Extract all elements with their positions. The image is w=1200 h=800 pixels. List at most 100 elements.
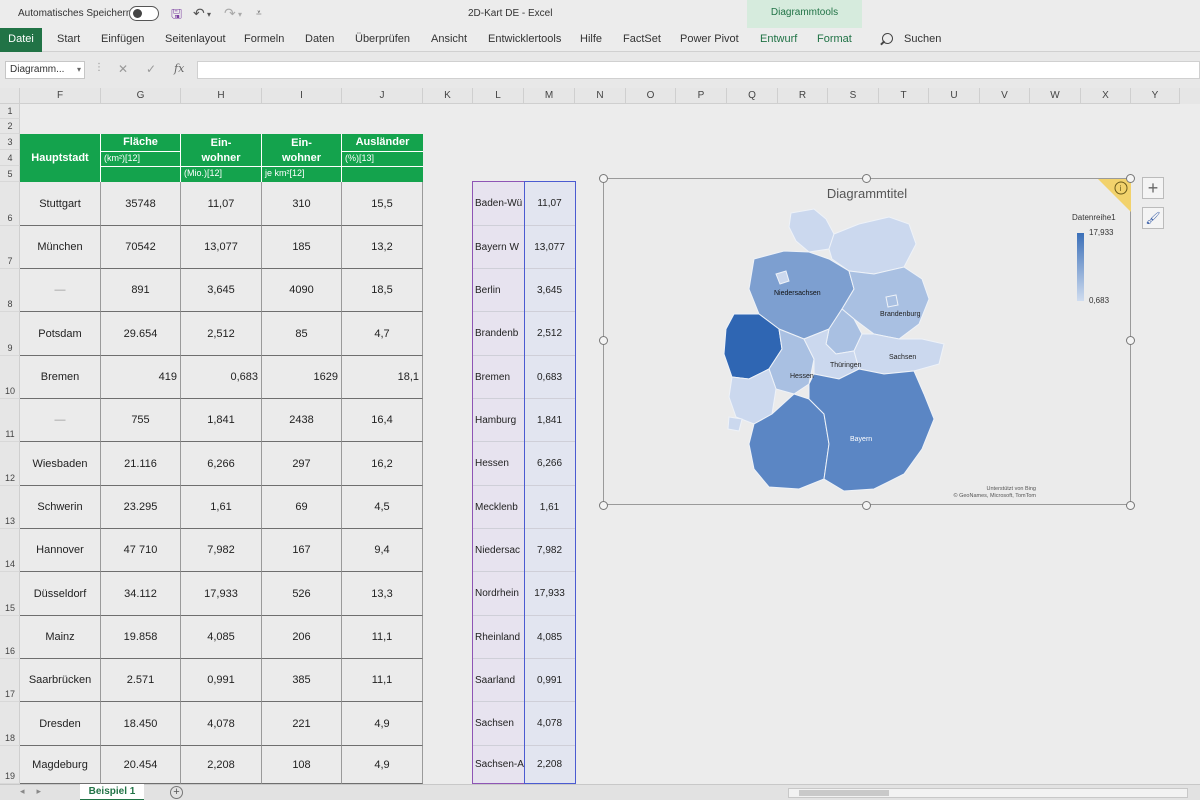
row-header-15[interactable]: 15: [0, 572, 20, 616]
column-header-g[interactable]: G: [101, 88, 181, 104]
tab-entwurf[interactable]: Entwurf: [760, 28, 797, 52]
cell-state-value[interactable]: 3,645: [524, 269, 575, 312]
cell-state-name[interactable]: Berlin: [473, 269, 524, 312]
cell-dichte[interactable]: 108: [262, 746, 342, 784]
cell-state-value[interactable]: 13,077: [524, 226, 575, 269]
cell-flaeche[interactable]: 19.858: [101, 616, 181, 659]
save-icon[interactable]: 🖫: [171, 5, 182, 27]
cell-auslaender[interactable]: 16,2: [342, 442, 423, 486]
header-auslaender-blank[interactable]: [342, 166, 423, 182]
header-flaeche-blank[interactable]: [101, 166, 181, 182]
sheet-nav-arrows[interactable]: ◂▸: [20, 786, 53, 797]
cell-auslaender[interactable]: 18,1: [342, 356, 423, 399]
column-header-t[interactable]: T: [879, 88, 929, 104]
cell-dichte[interactable]: 1629: [262, 356, 342, 399]
cell-state-name[interactable]: Rheinland: [473, 616, 524, 659]
cell-einwohner[interactable]: 1,841: [181, 399, 262, 442]
cell-auslaender[interactable]: 9,4: [342, 529, 423, 572]
cell-hauptstadt[interactable]: —: [20, 399, 101, 442]
name-box[interactable]: Diagramm... ▾: [5, 61, 85, 79]
cell-dichte[interactable]: 2438: [262, 399, 342, 442]
cell-state-value[interactable]: 0,683: [524, 356, 575, 399]
autosave-toggle[interactable]: [129, 6, 159, 21]
cell-einwohner[interactable]: 11,07: [181, 182, 262, 226]
cell-state-value[interactable]: 1,841: [524, 399, 575, 442]
row-header-19[interactable]: 19: [0, 746, 20, 784]
cell-flaeche[interactable]: 20.454: [101, 746, 181, 784]
cell-dichte[interactable]: 185: [262, 226, 342, 269]
row-header-3[interactable]: 3: [0, 134, 20, 150]
header-flaeche[interactable]: Fläche: [101, 134, 181, 151]
chart-resize-handle[interactable]: [862, 174, 871, 183]
row-header-13[interactable]: 13: [0, 486, 20, 529]
chart-resize-handle[interactable]: [1126, 501, 1135, 510]
cancel-icon[interactable]: ✕: [118, 62, 128, 76]
cell-dichte[interactable]: 167: [262, 529, 342, 572]
header-flaeche-unit[interactable]: (km²)[12]: [101, 151, 181, 166]
row-header-4[interactable]: 4: [0, 150, 20, 166]
cell-hauptstadt[interactable]: Dresden: [20, 702, 101, 746]
column-header-x[interactable]: X: [1081, 88, 1131, 104]
column-header-o[interactable]: O: [626, 88, 676, 104]
cell-einwohner[interactable]: 6,266: [181, 442, 262, 486]
cell-einwohner[interactable]: 17,933: [181, 572, 262, 616]
cell-state-name[interactable]: Niedersac: [473, 529, 524, 572]
column-header-r[interactable]: R: [778, 88, 828, 104]
add-sheet-icon[interactable]: +: [170, 786, 183, 799]
chart-styles-button[interactable]: 🖌: [1142, 207, 1164, 229]
formula-input[interactable]: [197, 61, 1200, 79]
column-header-m[interactable]: M: [524, 88, 575, 104]
cell-hauptstadt[interactable]: Wiesbaden: [20, 442, 101, 486]
column-header-w[interactable]: W: [1030, 88, 1081, 104]
cell-state-value[interactable]: 2,512: [524, 312, 575, 356]
cell-dichte[interactable]: 385: [262, 659, 342, 702]
cell-state-value[interactable]: 6,266: [524, 442, 575, 486]
horizontal-scrollbar[interactable]: [788, 788, 1188, 798]
cell-state-name[interactable]: Hamburg: [473, 399, 524, 442]
more-options-icon[interactable]: ⋮: [94, 62, 104, 73]
tab-daten[interactable]: Daten: [305, 28, 334, 52]
cell-hauptstadt[interactable]: Schwerin: [20, 486, 101, 529]
redo-dropdown-icon[interactable]: ▾: [238, 10, 242, 19]
column-header-h[interactable]: H: [181, 88, 262, 104]
cell-state-value[interactable]: 17,933: [524, 572, 575, 616]
cell-dichte[interactable]: 526: [262, 572, 342, 616]
row-header-10[interactable]: 10: [0, 356, 20, 399]
cell-state-name[interactable]: Sachsen: [473, 702, 524, 746]
cell-state-value[interactable]: 7,982: [524, 529, 575, 572]
cell-state-value[interactable]: 4,085: [524, 616, 575, 659]
cell-auslaender[interactable]: 11,1: [342, 659, 423, 702]
cell-einwohner[interactable]: 3,645: [181, 269, 262, 312]
customize-qat-icon[interactable]: ⩡: [256, 8, 262, 19]
header-auslaender[interactable]: Ausländer: [342, 134, 423, 151]
cell-einwohner[interactable]: 2,208: [181, 746, 262, 784]
filled-map-chart[interactable]: Diagrammtitel Niedersachsen Brandenburg …: [603, 178, 1131, 505]
enter-icon[interactable]: ✓: [146, 62, 156, 76]
cell-hauptstadt[interactable]: Saarbrücken: [20, 659, 101, 702]
cell-auslaender[interactable]: 4,5: [342, 486, 423, 529]
chart-resize-handle[interactable]: [1126, 174, 1135, 183]
cell-state-name[interactable]: Saarland: [473, 659, 524, 702]
column-header-n[interactable]: N: [575, 88, 626, 104]
cell-state-name[interactable]: Baden-Wü: [473, 182, 524, 226]
header-einwohner-unit[interactable]: (Mio.)[12]: [181, 166, 262, 182]
cell-state-value[interactable]: 11,07: [524, 182, 575, 226]
column-header-v[interactable]: V: [980, 88, 1030, 104]
cell-einwohner[interactable]: 0,991: [181, 659, 262, 702]
row-header-12[interactable]: 12: [0, 442, 20, 486]
column-header-l[interactable]: L: [473, 88, 524, 104]
cell-auslaender[interactable]: 4,7: [342, 312, 423, 356]
row-header-14[interactable]: 14: [0, 529, 20, 572]
cell-hauptstadt[interactable]: Stuttgart: [20, 182, 101, 226]
chevron-down-icon[interactable]: ▾: [77, 62, 81, 78]
column-header-j[interactable]: J: [342, 88, 423, 104]
tab-hilfe[interactable]: Hilfe: [580, 28, 602, 52]
cell-auslaender[interactable]: 15,5: [342, 182, 423, 226]
cell-hauptstadt[interactable]: Hannover: [20, 529, 101, 572]
cell-state-name[interactable]: Sachsen-A: [473, 746, 524, 784]
cell-auslaender[interactable]: 16,4: [342, 399, 423, 442]
cell-flaeche[interactable]: 47 710: [101, 529, 181, 572]
column-header-s[interactable]: S: [828, 88, 879, 104]
cell-einwohner[interactable]: 2,512: [181, 312, 262, 356]
cell-flaeche[interactable]: 755: [101, 399, 181, 442]
